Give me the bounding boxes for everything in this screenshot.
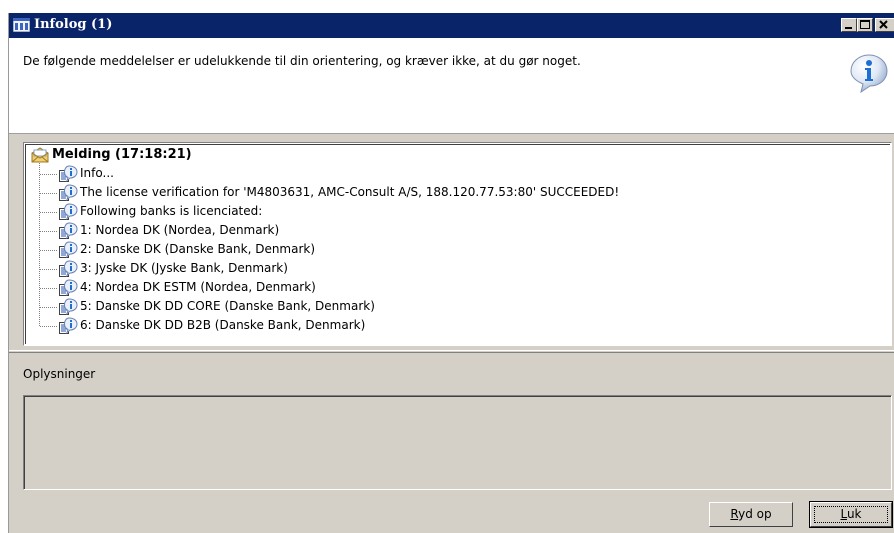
info-document-icon xyxy=(59,260,78,278)
tree-item-label: Info... xyxy=(80,166,114,180)
details-label: Oplysninger xyxy=(23,367,96,381)
info-document-icon xyxy=(59,317,78,335)
close-window-button[interactable] xyxy=(875,18,894,32)
tree-item-label: 6: Danske DK DD B2B (Danske Bank, Denmar… xyxy=(80,318,366,332)
tree-item-label: 4: Nordea DK ESTM (Nordea, Denmark) xyxy=(80,280,316,294)
message-header: De følgende meddelelser er udelukkende t… xyxy=(9,38,894,134)
info-document-icon xyxy=(59,279,78,297)
close-button-label: Luk xyxy=(840,507,862,521)
infolog-app-icon xyxy=(13,18,30,32)
header-message: De følgende meddelelser er udelukkende t… xyxy=(23,54,581,68)
maximize-icon xyxy=(860,20,870,29)
maximize-button[interactable] xyxy=(857,18,873,32)
info-document-icon xyxy=(59,222,78,240)
message-tree[interactable]: Melding (17:18:21) Info... The license ve… xyxy=(23,142,892,346)
details-panel[interactable] xyxy=(23,395,892,490)
info-document-icon xyxy=(59,184,78,202)
tree-item-label: 3: Jyske DK (Jyske Bank, Denmark) xyxy=(80,261,288,275)
pane-splitter[interactable] xyxy=(9,350,894,353)
infolog-window: Infolog (1) De følgende meddelelser er u… xyxy=(8,13,894,533)
info-document-icon xyxy=(59,298,78,316)
info-document-icon xyxy=(59,241,78,259)
tree-item-label: 5: Danske DK DD CORE (Danske Bank, Denma… xyxy=(80,299,375,313)
info-document-icon xyxy=(59,165,78,183)
info-document-icon xyxy=(59,203,78,221)
tree-item-label: 1: Nordea DK (Nordea, Denmark) xyxy=(80,223,280,237)
minimize-button[interactable] xyxy=(841,18,857,32)
minimize-icon xyxy=(845,27,852,29)
message-envelope-icon xyxy=(31,147,49,163)
clear-button-label: Ryd op xyxy=(730,507,772,521)
tree-item-label: 2: Danske DK (Danske Bank, Denmark) xyxy=(80,242,316,256)
close-button[interactable]: Luk xyxy=(809,501,893,528)
window-title: Infolog (1) xyxy=(34,17,113,32)
tree-item-label: The license verification for 'M4803631, … xyxy=(80,185,620,199)
clear-button[interactable]: Ryd op xyxy=(709,502,793,527)
title-bar[interactable]: Infolog (1) xyxy=(9,13,894,38)
tree-item-label: Following banks is licenciated: xyxy=(80,204,263,218)
tree-root-label: Melding (17:18:21) xyxy=(52,147,192,162)
info-icon xyxy=(850,54,888,93)
close-icon xyxy=(879,20,888,29)
